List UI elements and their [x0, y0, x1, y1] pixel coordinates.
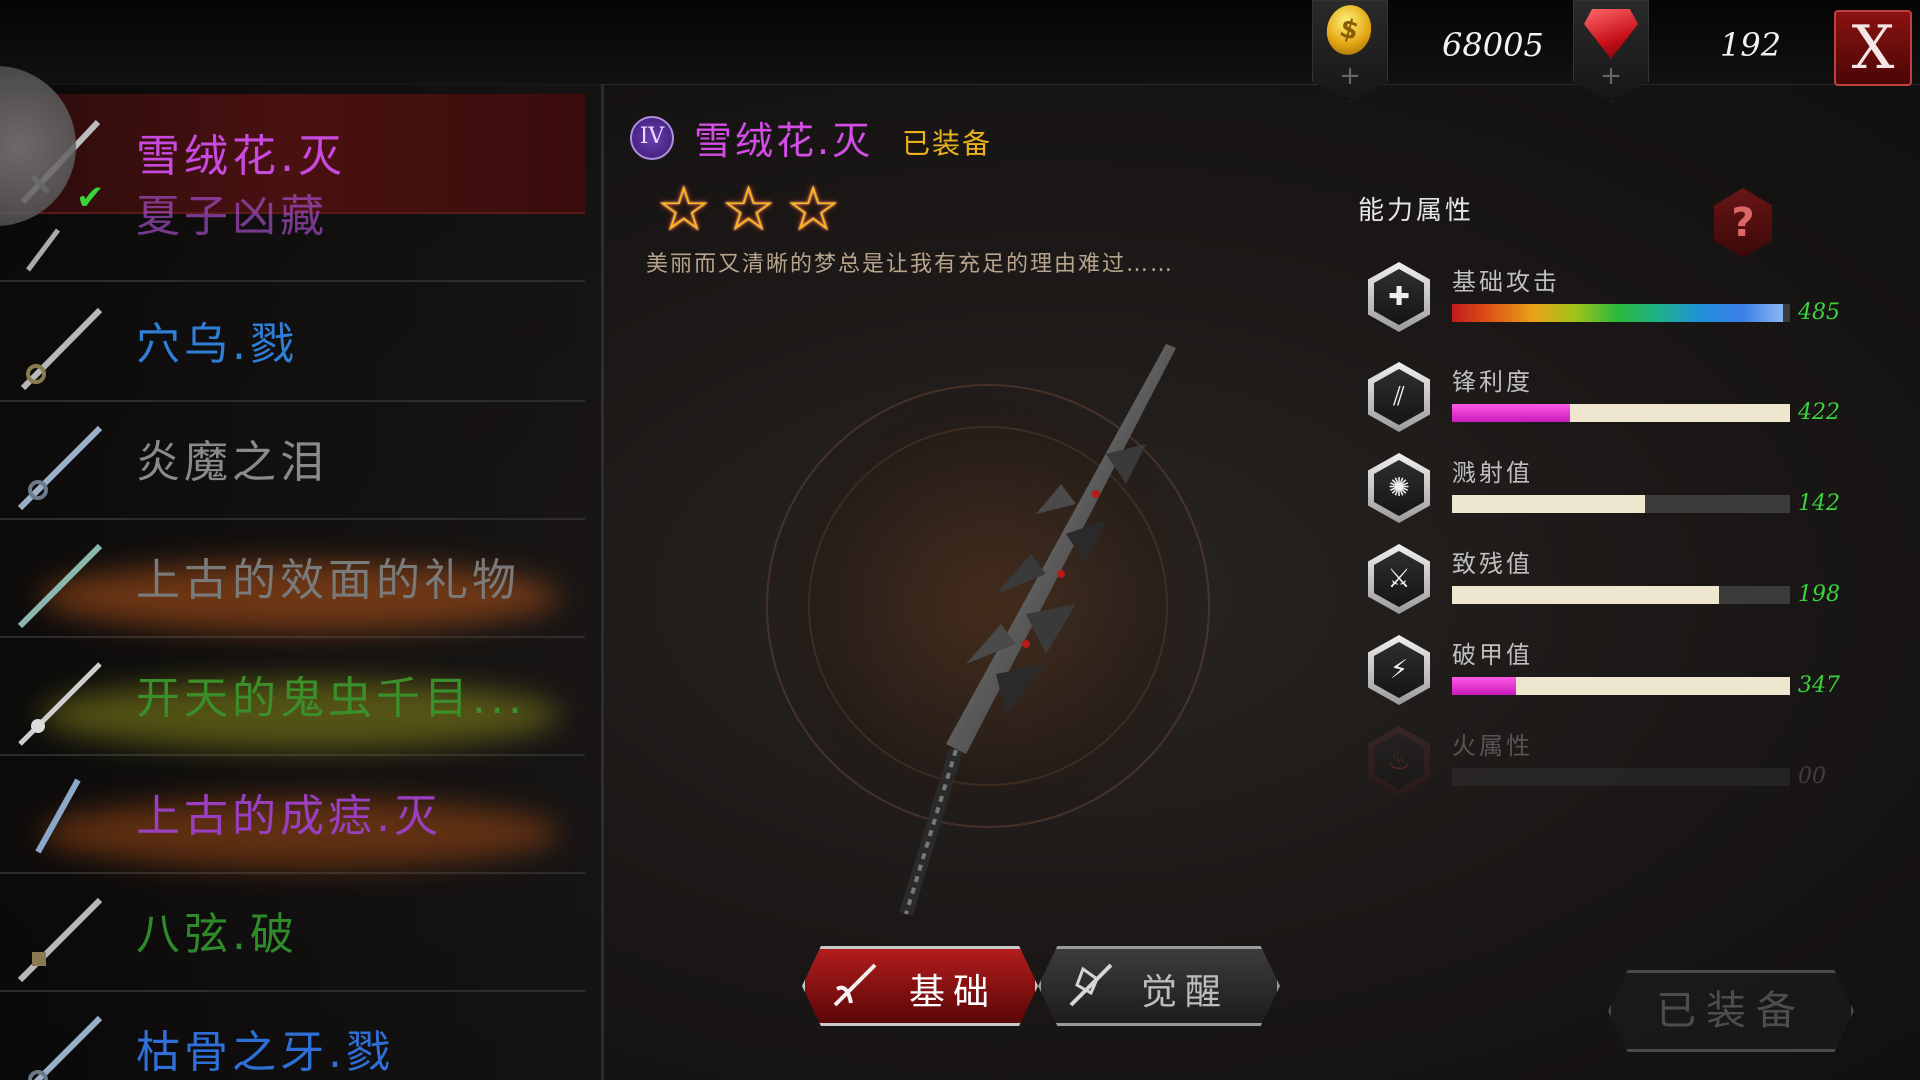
stat-value: 00: [1798, 764, 1826, 789]
stat-value: 142: [1798, 491, 1840, 516]
stat-label: 溅射值: [1452, 459, 1533, 487]
weapon-title: 雪绒花.灭: [694, 119, 874, 163]
stat-bar-highlight: [1452, 677, 1517, 695]
stat-value: 347: [1798, 673, 1840, 698]
weapon-name: 上古的成痣.灭: [136, 791, 442, 842]
weapon-image[interactable]: [846, 334, 1206, 934]
stat-bar: [1452, 677, 1790, 695]
sword-icon: [17, 543, 103, 629]
stat-bar: [1452, 404, 1790, 422]
weapon-name: 雪绒花.灭: [136, 131, 346, 182]
star-icon: ☆: [785, 172, 841, 245]
stat-label: 锋利度: [1452, 368, 1533, 396]
sword-icon: [28, 1015, 103, 1080]
stat-row: ✺ 溅射值 142: [1368, 453, 1868, 533]
fire-icon: ♨: [1368, 726, 1430, 796]
star-icon: ☆: [656, 172, 712, 245]
attributes-title: 能力属性: [1358, 196, 1475, 226]
sword-icon: [17, 897, 103, 983]
stat-bar: [1452, 768, 1790, 786]
attack-icon: ✚: [1368, 262, 1430, 332]
stat-bar: [1452, 495, 1790, 513]
weapon-name: 夏子凶藏: [136, 191, 328, 242]
gold-coin-icon: $: [1321, 0, 1377, 60]
stat-row: ⚔ 致残值 198: [1368, 544, 1868, 624]
weapon-list-item[interactable]: 上古的成痣.灭: [0, 754, 585, 874]
sword-icon: [833, 963, 877, 1007]
attributes-panel: 能力属性 ? ✚ 基础攻击 485 ⫽ 锋利度 422 ✺ 溅射值 142 ⚔ 致残值 198 ⚡ 破甲值…: [1340, 84, 1920, 1080]
red-gem-icon: [1584, 9, 1638, 59]
sharpness-icon: ⫽: [1368, 362, 1430, 432]
stat-row: ✚ 基础攻击 485: [1368, 262, 1868, 342]
close-button[interactable]: X: [1834, 10, 1912, 86]
weapon-detail: IV 雪绒花.灭 已装备 ☆ ☆ ☆ 美丽而又清晰的梦总是让我有充足的理由难过……: [606, 84, 1306, 1080]
stat-bar-highlight: [1452, 404, 1571, 422]
stat-bar: [1452, 586, 1790, 604]
stat-row: ⫽ 锋利度 422: [1368, 362, 1868, 442]
stat-label: 破甲值: [1452, 641, 1533, 669]
tab-awaken[interactable]: 觉醒: [1038, 946, 1280, 1026]
sword-icon: [35, 778, 81, 854]
stat-label: 火属性: [1452, 732, 1533, 760]
equipped-tag: 已装备: [902, 127, 993, 160]
weapon-list: 雪绒花.灭 夏子凶藏 穴乌.戮 炎魔之泪 上古的效面的礼物 开天的鬼虫千目...…: [0, 84, 604, 1080]
gold-amount: 68005: [1442, 26, 1544, 64]
weapon-list-item[interactable]: 炎魔之泪: [0, 400, 585, 520]
weapon-name: 八弦.破: [136, 909, 298, 960]
help-button[interactable]: ?: [1714, 188, 1772, 258]
checkmark-icon: ✔: [76, 178, 105, 218]
tab-awaken-label: 觉醒: [1141, 972, 1230, 1013]
armor-break-icon: ⚡: [1368, 635, 1430, 705]
weapon-name: 枯骨之牙.戮: [136, 1027, 394, 1078]
stat-bar-fill: [1452, 495, 1645, 513]
stat-label: 致残值: [1452, 550, 1533, 578]
stat-value: 198: [1798, 582, 1840, 607]
splash-icon: ✺: [1368, 453, 1430, 523]
weapon-name: 上古的效面的礼物: [136, 555, 520, 606]
top-bar: $ + 68005 + 192 X: [0, 0, 1920, 102]
stat-bar-fill: [1452, 304, 1784, 322]
equipped-button[interactable]: 已装备: [1608, 970, 1854, 1052]
sword-icon: [20, 307, 103, 391]
tab-basic[interactable]: 基础: [802, 946, 1038, 1026]
weapon-list-item[interactable]: 八弦.破: [0, 872, 585, 992]
weapon-name: 穴乌.戮: [136, 319, 298, 370]
flavor-text: 美丽而又清晰的梦总是让我有充足的理由难过……: [646, 252, 1175, 277]
weapon-name: 炎魔之泪: [136, 437, 328, 488]
sword-icon: [18, 662, 102, 746]
cripple-icon: ⚔: [1368, 544, 1430, 614]
awaken-icon: [1069, 963, 1113, 1007]
sword-icon: [17, 425, 103, 511]
tab-basic-label: 基础: [909, 972, 998, 1013]
stat-value: 485: [1798, 300, 1840, 325]
weapon-list-item[interactable]: 开天的鬼虫千目...: [0, 636, 585, 756]
gem-amount: 192: [1720, 26, 1782, 64]
star-rating: ☆ ☆ ☆: [656, 172, 845, 245]
weapon-list-item[interactable]: 上古的效面的礼物: [0, 518, 585, 638]
stat-label: 基础攻击: [1452, 268, 1560, 296]
star-icon: ☆: [720, 172, 777, 245]
stat-row: ⚡ 破甲值 347: [1368, 635, 1868, 715]
tier-badge: IV: [630, 116, 674, 160]
weapon-name: 开天的鬼虫千目...: [136, 673, 526, 724]
stat-bar-fill: [1452, 586, 1720, 604]
stat-row: ♨ 火属性 00: [1368, 726, 1868, 806]
weapon-list-item[interactable]: 穴乌.戮: [0, 282, 585, 402]
weapon-list-item[interactable]: 枯骨之牙.戮: [0, 990, 585, 1080]
stat-value: 422: [1798, 400, 1840, 425]
stat-bar: [1452, 304, 1790, 322]
